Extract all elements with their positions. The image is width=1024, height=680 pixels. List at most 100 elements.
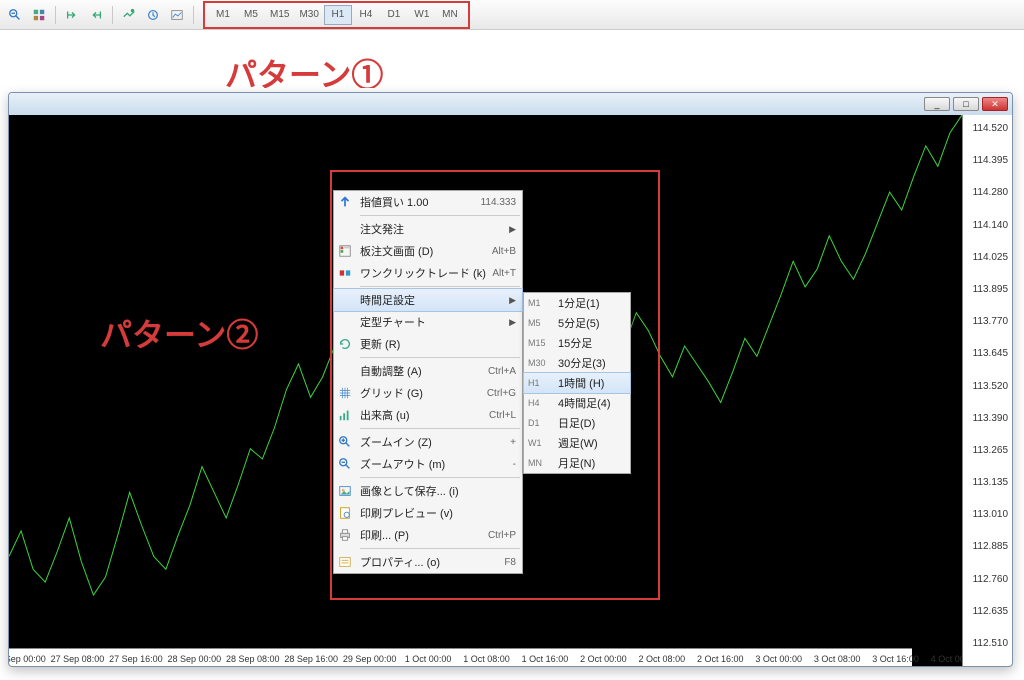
timeframe-button-h1[interactable]: H1	[324, 5, 352, 25]
submenu-item-w1[interactable]: W1週足(W)	[524, 433, 630, 453]
timeframe-button-w1[interactable]: W1	[408, 5, 436, 25]
timeframe-button-mn[interactable]: MN	[436, 5, 464, 25]
zoom-out-icon[interactable]	[4, 4, 26, 26]
submenu-item-m15[interactable]: M1515分足	[524, 333, 630, 353]
price-tick: 113.135	[973, 477, 1008, 488]
submenu-arrow-icon: ▶	[509, 317, 516, 328]
print-icon	[336, 526, 354, 544]
autoscroll-icon[interactable]	[85, 4, 107, 26]
indicators-icon[interactable]	[118, 4, 140, 26]
submenu-label: 1分足(1)	[558, 295, 600, 311]
price-tick: 112.635	[973, 606, 1008, 617]
timeframe-button-d1[interactable]: D1	[380, 5, 408, 25]
timeframe-button-m15[interactable]: M15	[265, 5, 294, 25]
menu-volumes[interactable]: 出来高 (u) Ctrl+L	[334, 404, 522, 426]
submenu-item-h4[interactable]: H4 4時間足(4)	[524, 393, 630, 413]
oneclick-icon	[336, 264, 354, 282]
timeframe-button-h4[interactable]: H4	[352, 5, 380, 25]
periods-icon[interactable]	[142, 4, 164, 26]
minimize-button[interactable]: _	[924, 97, 950, 111]
time-axis: 27 Sep 00:0027 Sep 08:0027 Sep 16:0028 S…	[9, 648, 912, 666]
buy-arrow-icon	[336, 193, 354, 211]
menu-depth-of-market[interactable]: 板注文画面 (D) Alt+B	[334, 240, 522, 262]
time-tick: 1 Oct 00:00	[405, 654, 452, 664]
menu-zoom-out[interactable]: ズームアウト (m) -	[334, 453, 522, 475]
menu-zoom-in[interactable]: ズームイン (Z) +	[334, 431, 522, 453]
annotation-pattern-2: パターン②	[100, 310, 258, 356]
time-tick: 2 Oct 00:00	[580, 654, 627, 664]
timeframe-button-m5[interactable]: M5	[237, 5, 265, 25]
submenu-label: 月足(N)	[558, 455, 595, 471]
menu-separator	[360, 215, 520, 216]
separator	[193, 6, 194, 24]
time-tick: 3 Oct 00:00	[755, 654, 802, 664]
price-axis: 114.520114.395114.280114.140114.025113.8…	[962, 115, 1012, 666]
submenu-label: 4時間足(4)	[558, 395, 611, 411]
menu-grid[interactable]: グリッド (G) Ctrl+G	[334, 382, 522, 404]
menu-new-order[interactable]: 注文発注 ▶	[334, 218, 522, 240]
timeframe-submenu: M11分足(1)M55分足(5)M1515分足 M30 30分足(3) H11時間 (…	[523, 292, 631, 474]
menu-auto-scale[interactable]: 自動調整 (A) Ctrl+A	[334, 360, 522, 382]
menu-print[interactable]: 印刷... (P) Ctrl+P	[334, 524, 522, 546]
price-tick: 114.395	[973, 155, 1008, 166]
menu-template[interactable]: 定型チャート ▶	[334, 311, 522, 333]
volume-icon	[336, 406, 354, 424]
submenu-code: M30	[528, 358, 552, 368]
menu-buy-limit[interactable]: 指値買い 1.00 114.333	[334, 191, 522, 213]
submenu-code: M5	[528, 318, 552, 328]
time-tick: 27 Sep 08:00	[51, 654, 105, 664]
submenu-code: D1	[528, 418, 552, 428]
price-tick: 112.760	[973, 574, 1008, 585]
window-titlebar: _ □ ✕	[9, 93, 1012, 115]
time-tick: 28 Sep 16:00	[284, 654, 338, 664]
menu-separator	[360, 286, 520, 287]
close-button[interactable]: ✕	[982, 97, 1008, 111]
submenu-label: 週足(W)	[558, 435, 598, 451]
price-tick: 113.770	[973, 316, 1008, 327]
menu-separator	[360, 548, 520, 549]
submenu-item-m5[interactable]: M55分足(5)	[524, 313, 630, 333]
preview-icon	[336, 504, 354, 522]
submenu-item-m1[interactable]: M11分足(1)	[524, 293, 630, 313]
time-tick: 1 Oct 16:00	[522, 654, 569, 664]
time-tick: 28 Sep 08:00	[226, 654, 280, 664]
time-tick: 3 Oct 16:00	[872, 654, 919, 664]
time-tick: 1 Oct 08:00	[463, 654, 510, 664]
menu-label: 指値買い 1.00	[360, 194, 475, 210]
submenu-label: 30分足(3)	[558, 355, 606, 371]
price-tick: 112.885	[973, 541, 1008, 552]
price-tick: 114.280	[973, 187, 1008, 198]
timeframe-button-m1[interactable]: M1	[209, 5, 237, 25]
tile-icon[interactable]	[28, 4, 50, 26]
maximize-button[interactable]: □	[953, 97, 979, 111]
shift-icon[interactable]	[61, 4, 83, 26]
submenu-label: 日足(D)	[558, 415, 595, 431]
timeframe-button-m30[interactable]: M30	[294, 5, 323, 25]
menu-save-image[interactable]: 画像として保存... (i)	[334, 480, 522, 502]
submenu-code: H4	[528, 398, 552, 408]
submenu-item-m30[interactable]: M30 30分足(3)	[524, 353, 630, 373]
price-tick: 113.520	[973, 381, 1008, 392]
submenu-item-d1[interactable]: D1 日足(D)	[524, 413, 630, 433]
price-tick: 113.390	[973, 413, 1008, 424]
properties-icon	[336, 553, 354, 571]
menu-refresh[interactable]: 更新 (R)	[334, 333, 522, 355]
submenu-item-mn[interactable]: MN 月足(N)	[524, 453, 630, 473]
templates-icon[interactable]	[166, 4, 188, 26]
price-tick: 113.265	[973, 445, 1008, 456]
menu-print-preview[interactable]: 印刷プレビュー (v)	[334, 502, 522, 524]
time-tick: 27 Sep 00:00	[8, 654, 46, 664]
price-tick: 114.025	[973, 252, 1008, 263]
menu-timeframes[interactable]: 時間足設定 ▶	[334, 289, 522, 311]
submenu-code: H1	[528, 378, 552, 388]
price-tick: 114.140	[973, 220, 1008, 231]
menu-properties[interactable]: プロパティ... (o) F8	[334, 551, 522, 573]
menu-one-click[interactable]: ワンクリックトレード (k) Alt+T	[334, 262, 522, 284]
annotation-pattern-1: パターン①	[225, 50, 383, 96]
submenu-code: MN	[528, 458, 552, 468]
separator	[55, 6, 56, 24]
time-tick: 3 Oct 08:00	[814, 654, 861, 664]
submenu-item-h1[interactable]: H11時間 (H)	[524, 373, 630, 393]
price-tick: 113.895	[973, 284, 1008, 295]
submenu-label: 15分足	[558, 335, 592, 351]
